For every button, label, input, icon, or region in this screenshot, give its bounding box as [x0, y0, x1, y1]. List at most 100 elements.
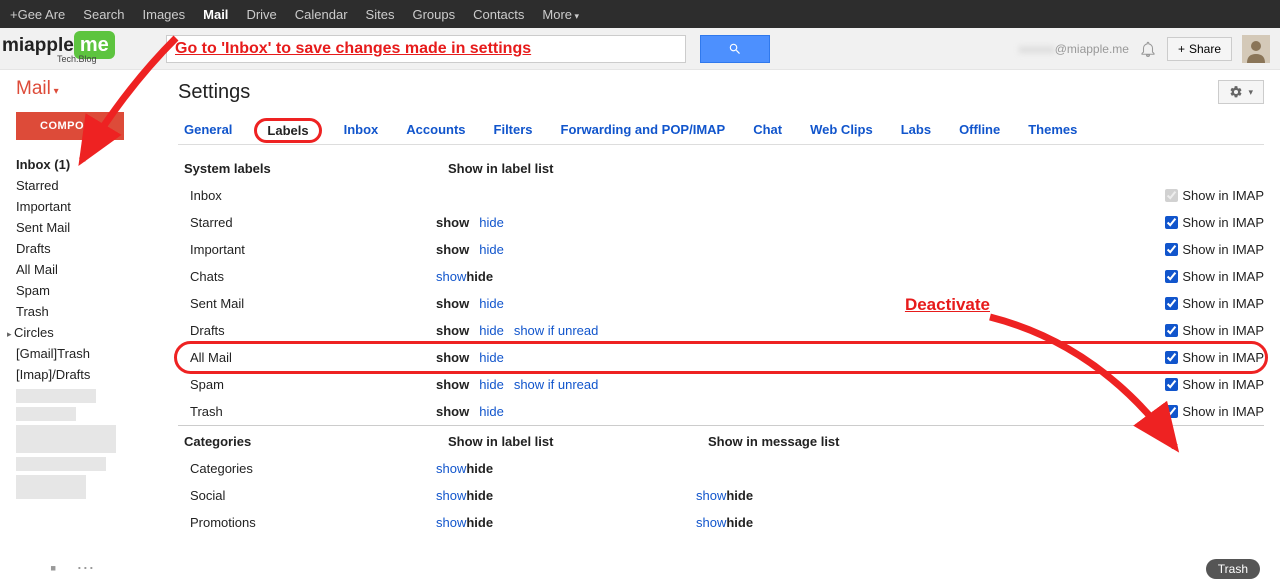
show-option[interactable]: show: [436, 461, 466, 476]
imap-checkbox[interactable]: [1165, 216, 1178, 229]
tab-inbox[interactable]: Inbox: [338, 118, 385, 143]
top-nav-sites[interactable]: Sites: [366, 7, 395, 22]
show-option[interactable]: hide: [479, 323, 504, 338]
imap-checkbox[interactable]: [1165, 243, 1178, 256]
compose-button[interactable]: COMPOSE: [16, 112, 124, 140]
show-in-list-controls: showhide: [436, 269, 696, 284]
show-in-imap: Show in IMAP: [1165, 323, 1264, 338]
sidebar-item-drafts[interactable]: Drafts: [16, 238, 166, 259]
imap-checkbox[interactable]: [1165, 189, 1178, 202]
user-email[interactable]: xxxxxx@miapple.me: [1019, 42, 1129, 56]
sidebar-item-sentmail[interactable]: Sent Mail: [16, 217, 166, 238]
tab-offline[interactable]: Offline: [953, 118, 1006, 143]
show-option[interactable]: show: [436, 515, 466, 530]
show-option[interactable]: hide: [479, 296, 504, 311]
top-nav-drive[interactable]: Drive: [246, 7, 276, 22]
show-option[interactable]: hide: [479, 350, 504, 365]
show-in-list-controls: showhide: [436, 488, 696, 503]
trash-pill[interactable]: Trash: [1206, 559, 1260, 579]
search-input[interactable]: Go to 'Inbox' to save changes made in se…: [166, 35, 686, 63]
show-in-imap: Show in IMAP: [1165, 269, 1264, 284]
top-nav-geeare[interactable]: +Gee Are: [10, 7, 65, 22]
tab-general[interactable]: General: [178, 118, 238, 143]
sidebar-folder-list: Inbox (1)StarredImportantSent MailDrafts…: [16, 154, 166, 385]
label-name: Sent Mail: [178, 296, 436, 311]
sidebar-item-spam[interactable]: Spam: [16, 280, 166, 301]
show-in-list-controls: showhide: [436, 515, 696, 530]
sidebar-item-important[interactable]: Important: [16, 196, 166, 217]
show-in-list-controls: show hide: [436, 242, 696, 257]
top-nav-contacts[interactable]: Contacts: [473, 7, 524, 22]
show-option[interactable]: show: [436, 488, 466, 503]
top-nav-more[interactable]: More: [542, 7, 579, 22]
top-nav-search[interactable]: Search: [83, 7, 124, 22]
search-button[interactable]: [700, 35, 770, 63]
share-button[interactable]: +Share: [1167, 37, 1232, 61]
category-name: Promotions: [178, 515, 436, 530]
label-name: Drafts: [178, 323, 436, 338]
top-nav-mail[interactable]: Mail: [203, 7, 228, 22]
imap-checkbox[interactable]: [1165, 270, 1178, 283]
imap-checkbox[interactable]: [1165, 405, 1178, 418]
show-option[interactable]: hide: [479, 242, 504, 257]
show-in-imap: Show in IMAP: [1165, 350, 1264, 365]
label-name: Spam: [178, 377, 436, 392]
imap-label: Show in IMAP: [1182, 404, 1264, 419]
show-option[interactable]: show: [436, 269, 466, 284]
imap-checkbox[interactable]: [1165, 297, 1178, 310]
show-option: show: [436, 242, 469, 257]
show-option[interactable]: hide: [479, 404, 504, 419]
show-in-imap: Show in IMAP: [1165, 188, 1264, 203]
tab-labels[interactable]: Labels: [254, 118, 321, 143]
show-option[interactable]: hide: [479, 215, 504, 230]
tab-themes[interactable]: Themes: [1022, 118, 1083, 143]
show-option: show: [436, 350, 469, 365]
sidebar-item-trash[interactable]: Trash: [16, 301, 166, 322]
label-row-starred: Starred showhide Show in IMAP: [178, 209, 1264, 236]
top-nav-groups[interactable]: Groups: [412, 7, 455, 22]
label-row-drafts: Drafts show hide show if unread Show in IM…: [178, 317, 1264, 344]
avatar[interactable]: [1242, 35, 1270, 63]
show-option[interactable]: show: [696, 488, 726, 503]
tab-chat[interactable]: Chat: [747, 118, 788, 143]
more-icon[interactable]: ⋯: [76, 558, 94, 579]
top-nav-images[interactable]: Images: [143, 7, 186, 22]
notifications-icon[interactable]: [1139, 40, 1157, 58]
label-name: Chats: [178, 269, 436, 284]
tab-labs[interactable]: Labs: [895, 118, 937, 143]
settings-gear-button[interactable]: [1218, 80, 1264, 104]
chat-icon[interactable]: ▪: [50, 558, 56, 579]
show-option[interactable]: show: [696, 515, 726, 530]
show-in-imap: Show in IMAP: [1165, 377, 1264, 392]
category-row-promotions: Promotions showhide showhide: [178, 509, 1264, 536]
top-nav-calendar[interactable]: Calendar: [295, 7, 348, 22]
imap-checkbox[interactable]: [1165, 324, 1178, 337]
tab-filters[interactable]: Filters: [488, 118, 539, 143]
tab-forwardingandpopimap[interactable]: Forwarding and POP/IMAP: [555, 118, 732, 143]
show-in-list-controls: show hide: [436, 296, 696, 311]
user-area: xxxxxx@miapple.me +Share: [1019, 35, 1270, 63]
show-option[interactable]: show if unread: [514, 323, 599, 338]
sidebar-item-inbox[interactable]: Inbox (1): [16, 154, 166, 175]
gear-icon: [1229, 85, 1243, 99]
sidebar-item-allmail[interactable]: All Mail: [16, 259, 166, 280]
show-option: hide: [726, 488, 753, 503]
show-option: show: [436, 296, 469, 311]
imap-checkbox[interactable]: [1165, 378, 1178, 391]
tab-webclips[interactable]: Web Clips: [804, 118, 879, 143]
imap-checkbox[interactable]: [1165, 351, 1178, 364]
show-in-imap: Show in IMAP: [1165, 215, 1264, 230]
label-name: Inbox: [178, 188, 436, 203]
show-option[interactable]: show if unread: [514, 377, 599, 392]
category-row-categories: Categories showhide: [178, 455, 1264, 482]
sidebar-item-starred[interactable]: Starred: [16, 175, 166, 196]
imap-label: Show in IMAP: [1182, 242, 1264, 257]
sidebar-item-gmailtrash[interactable]: [Gmail]Trash: [16, 343, 166, 364]
tab-accounts[interactable]: Accounts: [400, 118, 471, 143]
show-option[interactable]: hide: [479, 377, 504, 392]
label-name: All Mail: [178, 350, 436, 365]
mail-dropdown[interactable]: Mail: [16, 78, 166, 100]
sidebar-item-circles[interactable]: Circles: [16, 322, 166, 343]
show-option: show: [436, 323, 469, 338]
sidebar-item-imapdrafts[interactable]: [Imap]/Drafts: [16, 364, 166, 385]
